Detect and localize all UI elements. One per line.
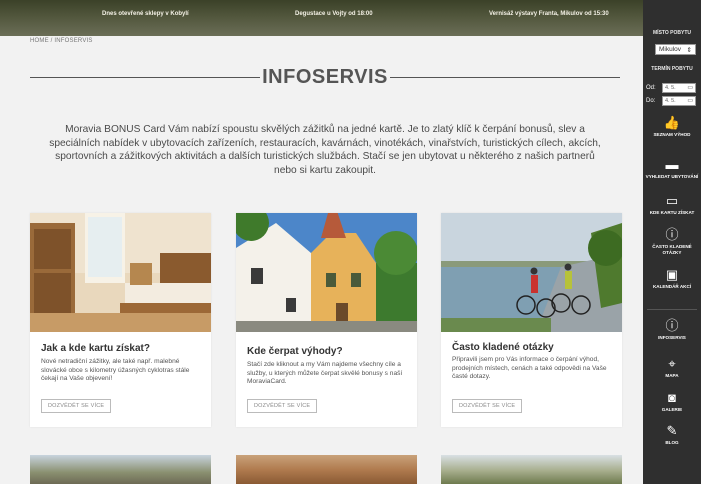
calendar-icon: ▭ (687, 85, 693, 91)
announcement-link[interactable]: Degustace u Vojty od 18:00 (295, 11, 373, 17)
card-title: Kde čerpat výhody? (247, 346, 343, 357)
cyclists-lake-photo (441, 213, 622, 332)
date-to-row: Do: 4. 5. ▭ (646, 95, 700, 106)
sidebar-item-calendar[interactable]: ▣ KALENDÁŘ AKCÍ (643, 268, 701, 290)
partial-card-photo[interactable] (30, 455, 211, 484)
info-card-get-card[interactable]: Jak a kde kartu získat? Nové netradiční … (30, 213, 211, 427)
calendar-icon: ▭ (687, 98, 693, 104)
date-to-label: Do: (646, 97, 656, 104)
bedroom-photo (30, 213, 211, 332)
map-icon: ⌖ (668, 356, 676, 371)
announcement-bar: Dnes otevřené sklepy v Kobylí Degustace … (0, 0, 643, 36)
card-text: Připravili jsem pro Vás informace o čerp… (452, 356, 607, 381)
village-houses-photo (236, 213, 417, 332)
partial-card-photo[interactable] (236, 455, 417, 484)
sidebar-item-blog[interactable]: ✎ BLOG (643, 424, 701, 446)
date-from-label: Od: (646, 84, 656, 91)
sidebar-item-infoservis[interactable]: ⓘ INFOSERVIS (643, 319, 701, 341)
card-text: Nové netradiční zážitky, ale také např. … (41, 358, 190, 383)
date-from-input[interactable]: 4. 5. ▭ (662, 82, 696, 93)
sidebar-item-get-card[interactable]: ▭ KDE KARTU ZÍSKAT (643, 194, 701, 216)
card-title: Jak a kde kartu získat? (41, 343, 150, 354)
stay-place-select[interactable]: Mikulov ⇕ (655, 44, 696, 55)
learn-more-button[interactable]: DOZVĚDĚT SE VÍCE (452, 399, 523, 413)
announcement-link[interactable]: Dnes otevřené sklepy v Kobylí (102, 11, 189, 17)
partial-card-photo[interactable] (441, 455, 622, 484)
announcement-link[interactable]: Vernisáž výstavy Franta, Mikulov od 15:3… (489, 11, 609, 17)
right-sidebar: MÍSTO POBYTU Mikulov ⇕ TERMÍN POBYTU Od:… (643, 0, 701, 484)
breadcrumb[interactable]: HOME / INFOSERVIS (30, 38, 93, 44)
question-icon: ⓘ (665, 227, 679, 242)
stay-term-label: TERMÍN POBYTU (651, 66, 693, 72)
stay-place-value: Mikulov (659, 46, 682, 53)
sidebar-item-gallery[interactable]: ◙ GALERIE (643, 391, 701, 413)
blog-icon: ✎ (666, 423, 678, 438)
info-card-benefits[interactable]: Kde čerpat výhody? Stačí zde kliknout a … (236, 213, 417, 427)
date-from-value: 4. 5. (665, 84, 676, 91)
sidebar-item-map[interactable]: ⌖ MAPA (643, 357, 701, 379)
page-title-block: INFOSERVIS (30, 66, 620, 90)
chevron-updown-icon: ⇕ (686, 46, 692, 54)
calendar-icon: ▣ (665, 267, 679, 282)
date-from-row: Od: 4. 5. ▭ (646, 82, 700, 93)
date-to-input[interactable]: 4. 5. ▭ (662, 95, 696, 106)
sidebar-divider (647, 309, 697, 310)
card-title: Často kladené otázky (452, 342, 554, 353)
stay-place-label: MÍSTO POBYTU (653, 30, 691, 36)
thumbs-up-icon: 👍 (663, 115, 681, 130)
page-title: INFOSERVIS (262, 66, 388, 88)
camera-icon: ◙ (668, 390, 676, 405)
sidebar-item-accommodation[interactable]: ▬ VYHLEDAT UBYTOVÁNÍ (643, 158, 701, 180)
info-icon: ⓘ (665, 318, 679, 333)
sidebar-item-faq[interactable]: ⓘ ČASTO KLADENÉ OTÁZKY (643, 228, 701, 255)
learn-more-button[interactable]: DOZVĚDĚT SE VÍCE (41, 399, 112, 413)
card-icon: ▭ (665, 193, 679, 208)
title-divider-left (30, 77, 260, 78)
sidebar-item-benefits[interactable]: 👍 SEZNAM VÝHOD (643, 116, 701, 138)
intro-text: Moravia BONUS Card Vám nabízí spoustu sk… (49, 124, 601, 176)
date-to-value: 4. 5. (665, 97, 676, 104)
bed-icon: ▬ (665, 157, 679, 172)
learn-more-button[interactable]: DOZVĚDĚT SE VÍCE (247, 399, 318, 413)
title-divider-right (390, 77, 620, 78)
card-text: Stačí zde kliknout a my Vám najdeme všec… (247, 361, 403, 386)
info-card-faq[interactable]: Často kladené otázky Připravili jsem pro… (441, 213, 622, 427)
